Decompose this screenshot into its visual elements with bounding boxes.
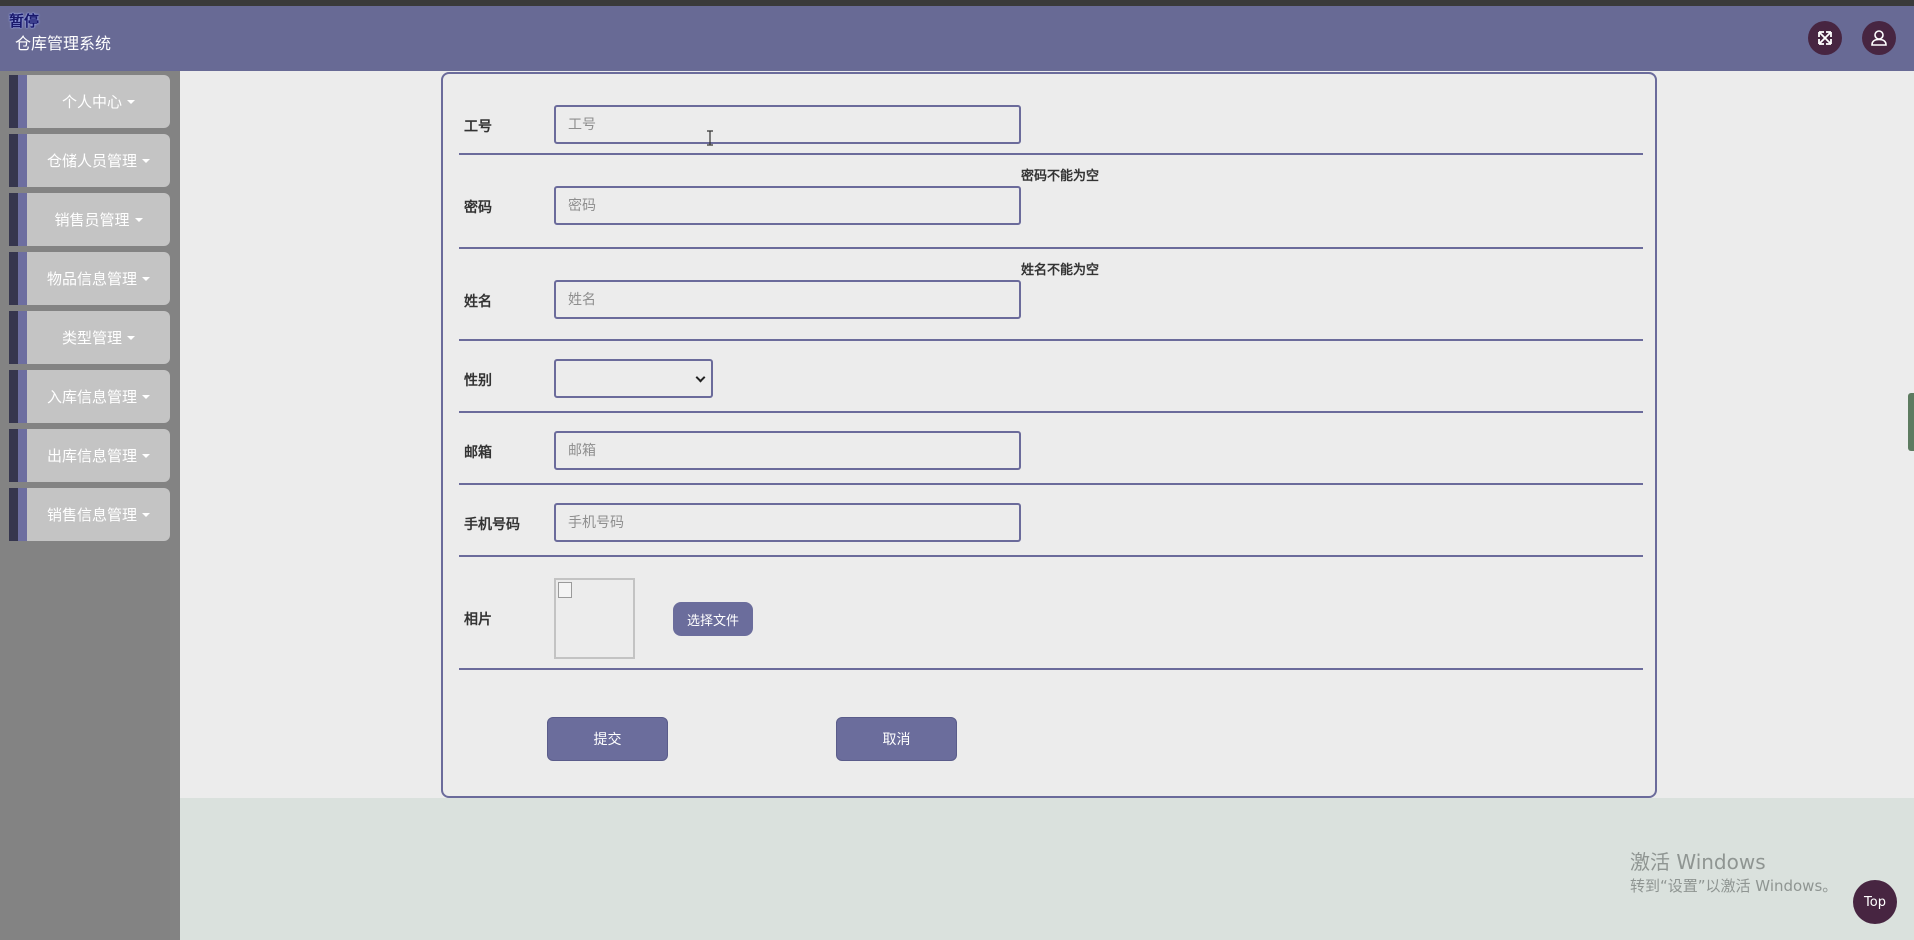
caret-down-icon bbox=[142, 453, 150, 458]
sidebar-item-label: 出库信息管理 bbox=[46, 447, 137, 465]
sidebar-item-label: 类型管理 bbox=[61, 329, 122, 347]
password-input[interactable] bbox=[554, 186, 1021, 225]
user-button[interactable] bbox=[1862, 21, 1896, 55]
form-row-gender: 性别 bbox=[459, 343, 1643, 413]
gender-select[interactable] bbox=[554, 359, 713, 398]
sidebar-item-label: 物品信息管理 bbox=[46, 270, 137, 288]
sidebar-item-sales-staff[interactable]: 销售员管理 bbox=[9, 193, 170, 246]
user-icon bbox=[1871, 30, 1887, 46]
form-row-employee-id: 工号 bbox=[459, 74, 1643, 155]
app-title: 仓库管理系统 bbox=[15, 34, 112, 53]
caret-down-icon bbox=[127, 335, 135, 340]
form-row-name: 姓名 姓名不能为空 bbox=[459, 251, 1643, 341]
sidebar-item-type-management[interactable]: 类型管理 bbox=[9, 311, 170, 364]
sidebar-item-inbound-info[interactable]: 入库信息管理 bbox=[9, 370, 170, 423]
caret-down-icon bbox=[142, 394, 150, 399]
back-to-top-button[interactable]: Top bbox=[1853, 880, 1897, 924]
email-input[interactable] bbox=[554, 431, 1021, 470]
phone-label: 手机号码 bbox=[464, 517, 520, 533]
app-header: 暂停 仓库管理系统 bbox=[0, 6, 1914, 71]
fullscreen-icon bbox=[1818, 31, 1832, 45]
windows-activation-subtitle: 转到“设置”以激活 Windows。 bbox=[1630, 877, 1838, 895]
name-input[interactable] bbox=[554, 280, 1021, 319]
sidebar-item-label: 入库信息管理 bbox=[46, 388, 137, 406]
password-error: 密码不能为空 bbox=[1021, 169, 1100, 184]
photo-preview bbox=[554, 578, 635, 659]
caret-down-icon bbox=[142, 276, 150, 281]
sidebar-item-outbound-info[interactable]: 出库信息管理 bbox=[9, 429, 170, 482]
caret-down-icon bbox=[134, 217, 143, 222]
password-label: 密码 bbox=[464, 200, 492, 216]
email-label: 邮箱 bbox=[464, 445, 492, 461]
chevron-down-icon bbox=[695, 372, 706, 383]
choose-file-button[interactable]: 选择文件 bbox=[673, 602, 753, 636]
sidebar-item-goods-info[interactable]: 物品信息管理 bbox=[9, 252, 170, 305]
broken-image-icon bbox=[558, 582, 572, 598]
form-row-phone: 手机号码 bbox=[459, 487, 1643, 557]
name-error: 姓名不能为空 bbox=[1021, 263, 1100, 278]
caret-down-icon bbox=[127, 99, 135, 104]
form-row-photo: 相片 选择文件 bbox=[459, 559, 1643, 670]
sidebar-item-label: 个人中心 bbox=[61, 93, 122, 111]
phone-input[interactable] bbox=[554, 503, 1021, 542]
fullscreen-button[interactable] bbox=[1808, 21, 1842, 55]
photo-label: 相片 bbox=[464, 612, 492, 628]
form-row-email: 邮箱 bbox=[459, 415, 1643, 485]
name-label: 姓名 bbox=[464, 294, 492, 310]
employee-id-label: 工号 bbox=[464, 119, 492, 135]
employee-id-input[interactable] bbox=[554, 105, 1021, 144]
sidebar-item-sales-info[interactable]: 销售信息管理 bbox=[9, 488, 170, 541]
text-cursor-icon bbox=[707, 130, 713, 146]
submit-button[interactable]: 提交 bbox=[547, 717, 668, 761]
add-form-card: 工号 密码 密码不能为空 姓名 姓名不能为空 性别 邮箱 手机号码 相片 选择文… bbox=[441, 72, 1657, 798]
caret-down-icon bbox=[142, 512, 150, 517]
sidebar-item-storage-staff[interactable]: 仓储人员管理 bbox=[9, 134, 170, 187]
sidebar-item-label: 仓储人员管理 bbox=[46, 152, 137, 170]
cancel-button[interactable]: 取消 bbox=[836, 717, 957, 761]
pause-label[interactable]: 暂停 bbox=[9, 10, 39, 31]
sidebar-item-personal-center[interactable]: 个人中心 bbox=[9, 75, 170, 128]
sidebar-item-label: 销售员管理 bbox=[54, 211, 130, 229]
windows-activation-title: 激活 Windows bbox=[1630, 850, 1766, 874]
scrollbar-handle[interactable] bbox=[1908, 393, 1914, 451]
sidebar-item-label: 销售信息管理 bbox=[46, 506, 137, 524]
form-row-password: 密码 密码不能为空 bbox=[459, 157, 1643, 249]
sidebar: 个人中心 仓储人员管理 销售员管理 物品信息管理 类型管理 入库信息管理 出库信… bbox=[0, 71, 180, 940]
gender-label: 性别 bbox=[464, 373, 492, 389]
caret-down-icon bbox=[142, 158, 150, 163]
